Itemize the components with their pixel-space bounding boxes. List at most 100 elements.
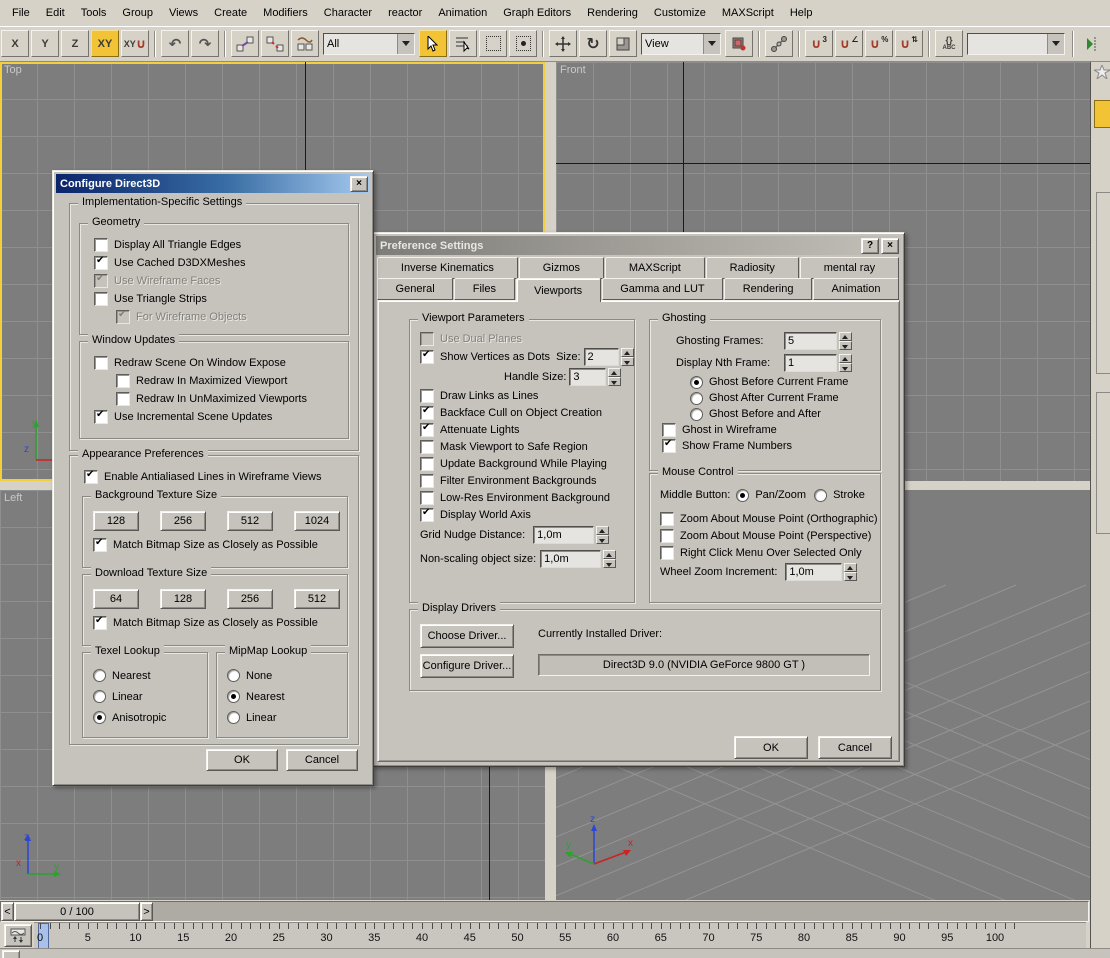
dialog-titlebar[interactable]: Preference Settings ? × [376, 236, 901, 255]
checkbox-row[interactable]: For Wireframe Objects [94, 308, 348, 326]
display-nth-spinner[interactable] [839, 354, 852, 372]
tab[interactable]: Gizmos [519, 257, 604, 279]
redo-icon[interactable]: ↷ [191, 30, 219, 57]
named-selection-sets-icon[interactable]: {} ABC [935, 30, 963, 57]
texture-size-button[interactable]: 512 [227, 511, 273, 531]
snap-xy-button[interactable]: XY∪ [121, 30, 149, 57]
select-by-name-icon[interactable] [449, 30, 477, 57]
mirror-icon[interactable] [1079, 31, 1105, 56]
time-slider-prev-button[interactable]: < [1, 902, 14, 921]
tab[interactable]: Rendering [724, 278, 812, 300]
vertex-size-field[interactable]: 2 [584, 348, 620, 366]
checkbox-row[interactable]: Use Wireframe Faces [94, 272, 348, 290]
dialog-titlebar[interactable]: Configure Direct3D × [56, 174, 370, 193]
constraint-xy-button[interactable]: XY [91, 30, 119, 57]
window-crossing-toggle-icon[interactable] [509, 30, 537, 57]
vertex-size-spinner[interactable] [621, 348, 634, 366]
named-selection-dropdown[interactable] [967, 33, 1065, 55]
radio-row[interactable]: Ghost Before Current Frame [690, 374, 880, 390]
radio-row[interactable]: Linear [93, 686, 207, 707]
checkbox-row[interactable]: Mask Viewport to Safe Region [420, 438, 634, 455]
tab[interactable]: mental ray [800, 257, 899, 279]
menu-item[interactable]: Create [206, 4, 255, 22]
tab[interactable]: Animation [813, 278, 899, 300]
menu-item[interactable]: Tools [73, 4, 115, 22]
checkbox-row[interactable]: Ghost in Wireframe [662, 422, 880, 438]
time-slider[interactable]: < 0 / 100 > [0, 901, 1089, 922]
checkbox-row[interactable]: Zoom About Mouse Point (Perspective) [660, 527, 880, 544]
radio-icon[interactable] [736, 489, 749, 502]
select-and-scale-icon[interactable] [609, 30, 637, 57]
handle-size-spinner[interactable] [608, 368, 621, 386]
create-panel-tab-icon[interactable] [1094, 65, 1110, 79]
checkbox-match-bitmap[interactable]: Match Bitmap Size as Closely as Possible [83, 614, 347, 632]
texture-size-button[interactable]: 512 [294, 589, 340, 609]
time-slider-next-button[interactable]: > [140, 902, 153, 921]
use-pivot-point-center-icon[interactable] [725, 30, 753, 57]
radio-row[interactable]: Nearest [93, 665, 207, 686]
checkbox-use-dual-planes[interactable]: Use Dual Planes [420, 330, 634, 347]
chevron-down-icon[interactable] [703, 34, 720, 54]
radio-row[interactable]: Ghost Before and After [690, 406, 880, 422]
checkbox-row[interactable]: Zoom About Mouse Point (Orthographic) [660, 510, 880, 527]
checkbox-show-vertices[interactable]: Show Vertices as Dots Size: 2 [420, 347, 634, 367]
close-button[interactable]: × [350, 176, 368, 192]
menu-item[interactable]: reactor [380, 4, 430, 22]
texture-size-button[interactable]: 256 [160, 511, 206, 531]
selection-filter-dropdown[interactable]: All [323, 33, 415, 55]
checkbox-row[interactable]: Redraw In Maximized Viewport [94, 372, 348, 390]
select-object-icon[interactable] [419, 30, 447, 57]
menu-item[interactable]: Graph Editors [495, 4, 579, 22]
radio-row[interactable]: Linear [227, 707, 347, 728]
checkbox-row[interactable]: Display All Triangle Edges [94, 236, 348, 254]
cancel-button[interactable]: Cancel [818, 736, 892, 759]
texture-size-button[interactable]: 64 [93, 589, 139, 609]
tab[interactable]: Files [454, 278, 514, 300]
nonscaling-field[interactable]: 1,0m [540, 550, 601, 568]
menu-item[interactable]: Edit [38, 4, 73, 22]
checkbox-row[interactable]: Use Cached D3DXMeshes [94, 254, 348, 272]
nonscaling-spinner[interactable] [603, 550, 616, 568]
ok-button[interactable]: OK [734, 736, 808, 759]
checkbox-row[interactable]: Show Frame Numbers [662, 438, 880, 454]
unlink-selection-icon[interactable] [261, 30, 289, 57]
close-button[interactable]: × [881, 238, 899, 254]
menu-item[interactable]: Customize [646, 4, 714, 22]
radio-row[interactable]: Ghost After Current Frame [690, 390, 880, 406]
help-button[interactable]: ? [861, 238, 879, 254]
menu-item[interactable]: Character [316, 4, 380, 22]
texture-size-button[interactable]: 1024 [294, 511, 340, 531]
tab[interactable]: Inverse Kinematics [377, 257, 518, 279]
checkbox-row[interactable]: Redraw Scene On Window Expose [94, 354, 348, 372]
tab[interactable]: MAXScript [605, 257, 705, 279]
select-and-rotate-icon[interactable]: ↻ [579, 30, 607, 57]
radio-icon[interactable] [814, 489, 827, 502]
constraint-y-button[interactable]: Y [31, 30, 59, 57]
mini-curve-editor-button[interactable] [4, 924, 32, 947]
ok-button[interactable]: OK [206, 749, 278, 771]
select-and-move-icon[interactable] [549, 30, 577, 57]
ghosting-frames-field[interactable]: 5 [784, 332, 837, 350]
texture-size-button[interactable]: 256 [227, 589, 273, 609]
checkbox-row[interactable]: Use Incremental Scene Updates [94, 408, 348, 426]
constraint-z-button[interactable]: Z [61, 30, 89, 57]
radio-row[interactable]: Nearest [227, 686, 347, 707]
texture-size-button[interactable]: 128 [93, 511, 139, 531]
menu-item[interactable]: Rendering [579, 4, 646, 22]
cancel-button[interactable]: Cancel [286, 749, 358, 771]
select-and-manipulate-icon[interactable] [765, 30, 793, 57]
checkbox-row[interactable]: Redraw In UnMaximized Viewports [94, 390, 348, 408]
snap-toggle-icon[interactable]: ∪3 [805, 30, 833, 57]
checkbox-row[interactable]: Right Click Menu Over Selected Only [660, 544, 880, 561]
trackbar-ruler[interactable]: 0510152025303540455055606570758085909510… [34, 922, 1086, 949]
spinner-snap-icon[interactable]: ∪⇅ [895, 30, 923, 57]
tab[interactable]: Gamma and LUT [602, 278, 723, 300]
checkbox-row[interactable]: Use Triangle Strips [94, 290, 348, 308]
checkbox-row[interactable]: Low-Res Environment Background [420, 489, 634, 506]
wheel-zoom-spinner[interactable] [844, 563, 857, 581]
display-nth-field[interactable]: 1 [784, 354, 837, 372]
coordinate-system-dropdown[interactable]: View [641, 33, 721, 55]
percent-snap-icon[interactable]: ∪% [865, 30, 893, 57]
chevron-down-icon[interactable] [1047, 34, 1064, 54]
constraint-x-button[interactable]: X [1, 30, 29, 57]
